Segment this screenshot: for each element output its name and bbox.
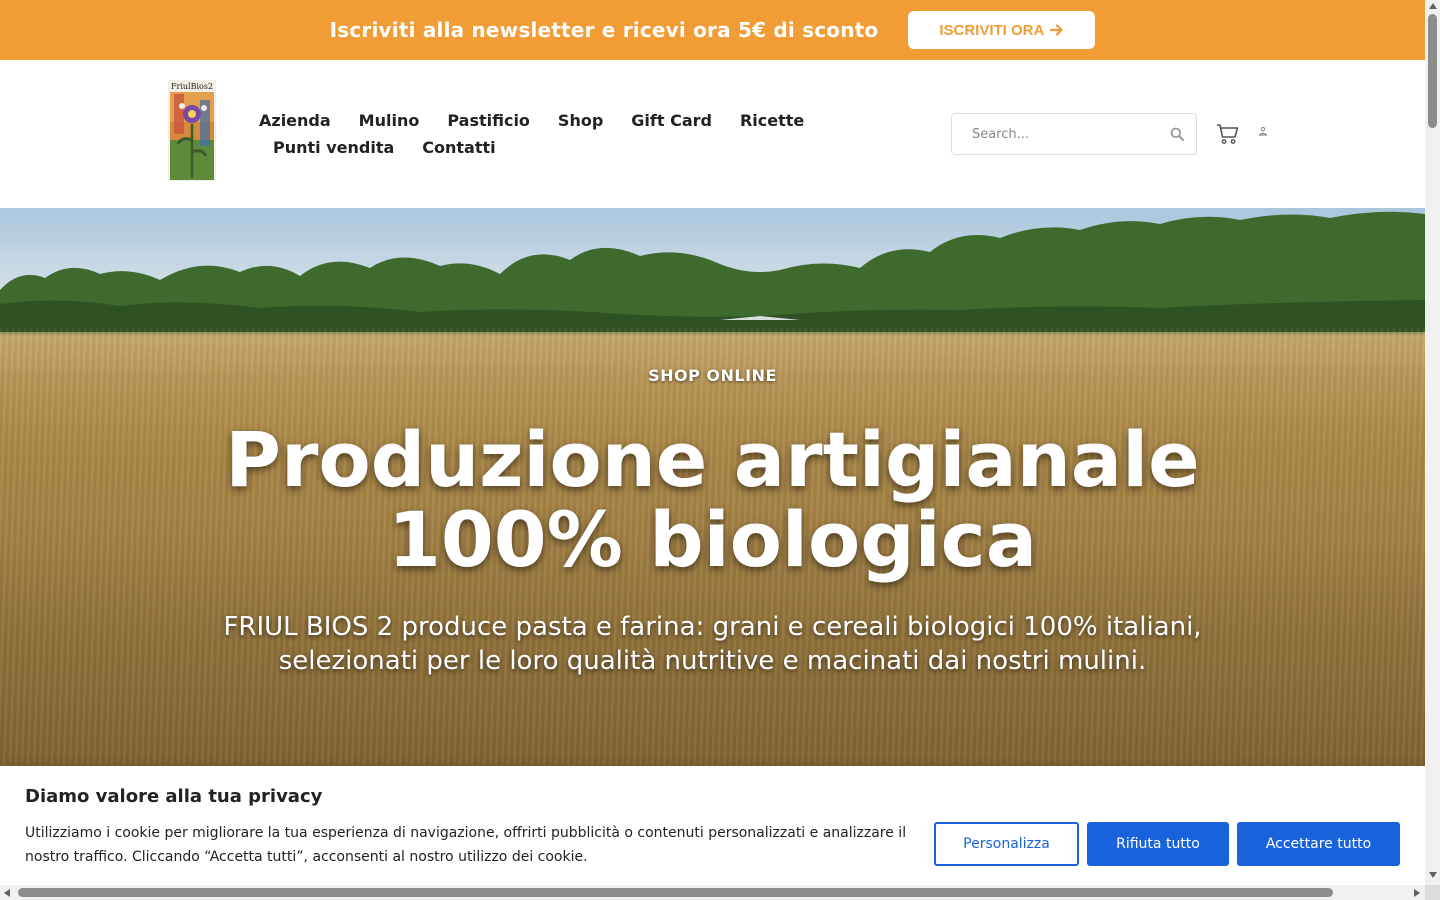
promo-bar: Iscriviti alla newsletter e ricevi ora 5…	[0, 0, 1425, 60]
main-nav: Azienda Mulino Pastificio Shop Gift Card…	[259, 107, 819, 161]
cookie-description: Utilizziamo i cookie per migliorare la t…	[25, 825, 907, 865]
cookie-customize-button[interactable]: Personalizza	[934, 822, 1079, 866]
search-input[interactable]	[972, 126, 1170, 142]
search-box	[951, 113, 1197, 155]
cookie-title: Diamo valore alla tua privacy	[25, 786, 323, 807]
user-icon[interactable]	[1258, 126, 1268, 136]
search-icon[interactable]	[1170, 127, 1184, 141]
vertical-scrollbar-thumb[interactable]	[1428, 14, 1437, 128]
hero-kicker: SHOP ONLINE	[648, 366, 777, 385]
cookie-accept-button[interactable]: Accettare tutto	[1237, 822, 1400, 866]
hero-background-trees	[0, 211, 1425, 332]
horizontal-scrollbar[interactable]	[0, 885, 1425, 900]
svg-text:FriulBios2: FriulBios2	[171, 82, 213, 91]
main-nav-row-1: Azienda Mulino Pastificio Shop Gift Card…	[259, 107, 819, 134]
scroll-left-arrow-icon[interactable]	[4, 889, 10, 897]
hero-title-line-2: 100% biologica	[388, 495, 1037, 584]
scroll-right-arrow-icon[interactable]	[1414, 889, 1420, 897]
promo-text: Iscriviti alla newsletter e ricevi ora 5…	[329, 18, 879, 42]
nav-pastificio[interactable]: Pastificio	[447, 111, 530, 130]
site-logo[interactable]: FriulBios2	[168, 80, 216, 181]
newsletter-subscribe-label: ISCRIVITI ORA	[939, 21, 1045, 39]
hero-title-line-1: Produzione artigianale	[225, 415, 1200, 504]
nav-punti-vendita[interactable]: Punti vendita	[273, 138, 394, 157]
site-header: FriulBios2 Azienda Mulino Pastificio Sho…	[0, 60, 1425, 208]
nav-ricette[interactable]: Ricette	[740, 111, 804, 130]
nav-shop[interactable]: Shop	[558, 111, 603, 130]
nav-mulino[interactable]: Mulino	[359, 111, 420, 130]
cart-icon[interactable]	[1216, 122, 1240, 146]
cookie-reject-button[interactable]: Rifiuta tutto	[1087, 822, 1229, 866]
cookie-banner: Diamo valore alla tua privacy Utilizziam…	[0, 766, 1425, 900]
newsletter-subscribe-button[interactable]: ISCRIVITI ORA	[908, 11, 1096, 49]
nav-azienda[interactable]: Azienda	[259, 111, 331, 130]
scroll-down-arrow-icon[interactable]	[1429, 872, 1437, 878]
hero-title: Produzione artigianale 100% biologica	[0, 420, 1425, 580]
horizontal-scrollbar-thumb[interactable]	[18, 888, 1333, 897]
nav-gift-card[interactable]: Gift Card	[631, 111, 712, 130]
hero-subtitle: FRIUL BIOS 2 produce pasta e farina: gra…	[223, 612, 1202, 676]
vertical-scrollbar[interactable]	[1425, 0, 1440, 885]
scroll-up-arrow-icon[interactable]	[1429, 3, 1437, 9]
main-nav-row-2: Punti vendita Contatti	[259, 134, 819, 161]
scrollbar-corner	[1425, 885, 1440, 900]
hero-banner: SHOP ONLINE Produzione artigianale 100% …	[0, 208, 1425, 768]
nav-contatti[interactable]: Contatti	[422, 138, 495, 157]
arrow-right-icon	[1050, 24, 1063, 36]
